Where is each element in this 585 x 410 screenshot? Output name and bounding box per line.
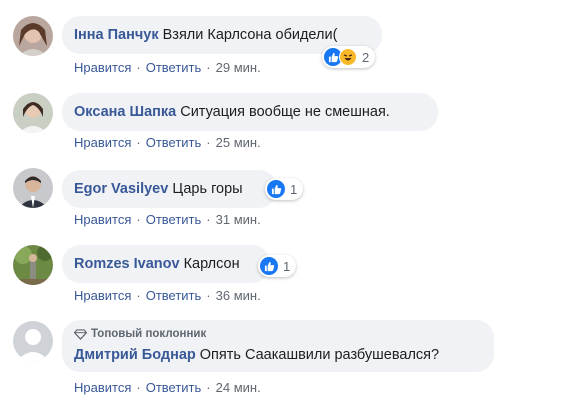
avatar[interactable] bbox=[13, 168, 53, 208]
avatar[interactable] bbox=[13, 245, 53, 285]
comment-text: Царь горы bbox=[172, 181, 243, 197]
like-link[interactable]: Нравится bbox=[74, 60, 131, 75]
like-link[interactable]: Нравится bbox=[74, 212, 131, 227]
separator: · bbox=[206, 212, 211, 227]
reply-link[interactable]: Ответить bbox=[146, 212, 202, 227]
reply-link[interactable]: Ответить bbox=[146, 288, 202, 303]
separator: · bbox=[206, 60, 211, 75]
comment-timestamp[interactable]: 31 мин. bbox=[216, 212, 261, 227]
comment-timestamp[interactable]: 36 мин. bbox=[216, 288, 261, 303]
comment-text: Опять Саакашвили разбушевался? bbox=[199, 347, 440, 363]
comment-text: Ситуация вообще не смешная. bbox=[180, 104, 390, 120]
like-link[interactable]: Нравится bbox=[74, 380, 131, 395]
reaction-count: 1 bbox=[283, 258, 291, 274]
reaction-summary[interactable]: 1 bbox=[265, 178, 304, 200]
reply-link[interactable]: Ответить bbox=[146, 135, 202, 150]
comment-author[interactable]: Дмитрий Боднар bbox=[74, 347, 196, 363]
comment-text: Взяли Карлсона обидели( bbox=[162, 27, 338, 43]
comment-timestamp[interactable]: 25 мин. bbox=[216, 135, 261, 150]
separator: · bbox=[136, 135, 141, 150]
comment-body: Дмитрий Боднар Опять Саакашвили разбушева… bbox=[74, 347, 482, 363]
reaction-count: 2 bbox=[362, 49, 370, 65]
like-reaction-icon bbox=[260, 257, 278, 275]
separator: · bbox=[206, 135, 211, 150]
separator: · bbox=[136, 380, 141, 395]
comment-actions: Нравится · Ответить · 25 мин. bbox=[74, 135, 261, 150]
comment-author[interactable]: Інна Панчук bbox=[74, 27, 159, 43]
comment-actions: Нравится · Ответить · 24 мин. bbox=[74, 380, 261, 395]
comment-bubble: Egor Vasilyev Царь горы bbox=[62, 170, 277, 208]
badge-label: Топовый поклонник bbox=[91, 328, 207, 340]
comment-actions: Нравится · Ответить · 36 мин. bbox=[74, 288, 261, 303]
avatar[interactable] bbox=[13, 16, 53, 56]
avatar[interactable] bbox=[13, 93, 53, 133]
haha-reaction-icon bbox=[339, 48, 357, 66]
comment-timestamp[interactable]: 24 мин. bbox=[216, 380, 261, 395]
separator: · bbox=[206, 288, 211, 303]
separator: · bbox=[136, 288, 141, 303]
comment-actions: Нравится · Ответить · 29 мин. bbox=[74, 60, 261, 75]
reaction-summary[interactable]: 2 bbox=[322, 46, 376, 68]
comment-author[interactable]: Egor Vasilyev bbox=[74, 181, 168, 197]
comment-author[interactable]: Romzes Ivanov bbox=[74, 256, 180, 272]
avatar[interactable] bbox=[13, 321, 53, 361]
comment-text: Карлсон bbox=[183, 256, 240, 272]
like-link[interactable]: Нравится bbox=[74, 288, 131, 303]
comment-bubble: Romzes Ivanov Карлсон bbox=[62, 245, 270, 283]
reply-link[interactable]: Ответить bbox=[146, 380, 202, 395]
reply-link[interactable]: Ответить bbox=[146, 60, 202, 75]
like-reaction-icon bbox=[267, 180, 285, 198]
separator: · bbox=[136, 212, 141, 227]
like-link[interactable]: Нравится bbox=[74, 135, 131, 150]
comment-timestamp[interactable]: 29 мин. bbox=[216, 60, 261, 75]
comment-actions: Нравится · Ответить · 31 мин. bbox=[74, 212, 261, 227]
separator: · bbox=[206, 380, 211, 395]
comment-author[interactable]: Оксана Шапка bbox=[74, 104, 176, 120]
reaction-summary[interactable]: 1 bbox=[258, 255, 297, 277]
separator: · bbox=[136, 60, 141, 75]
comment-bubble: Топовый поклонник Дмитрий Боднар Опять Са… bbox=[62, 320, 494, 372]
top-fan-badge[interactable]: Топовый поклонник bbox=[74, 326, 482, 342]
reaction-count: 1 bbox=[290, 181, 298, 197]
diamond-icon bbox=[74, 328, 87, 340]
comment-bubble: Оксана Шапка Ситуация вообще не смешная. bbox=[62, 93, 438, 131]
